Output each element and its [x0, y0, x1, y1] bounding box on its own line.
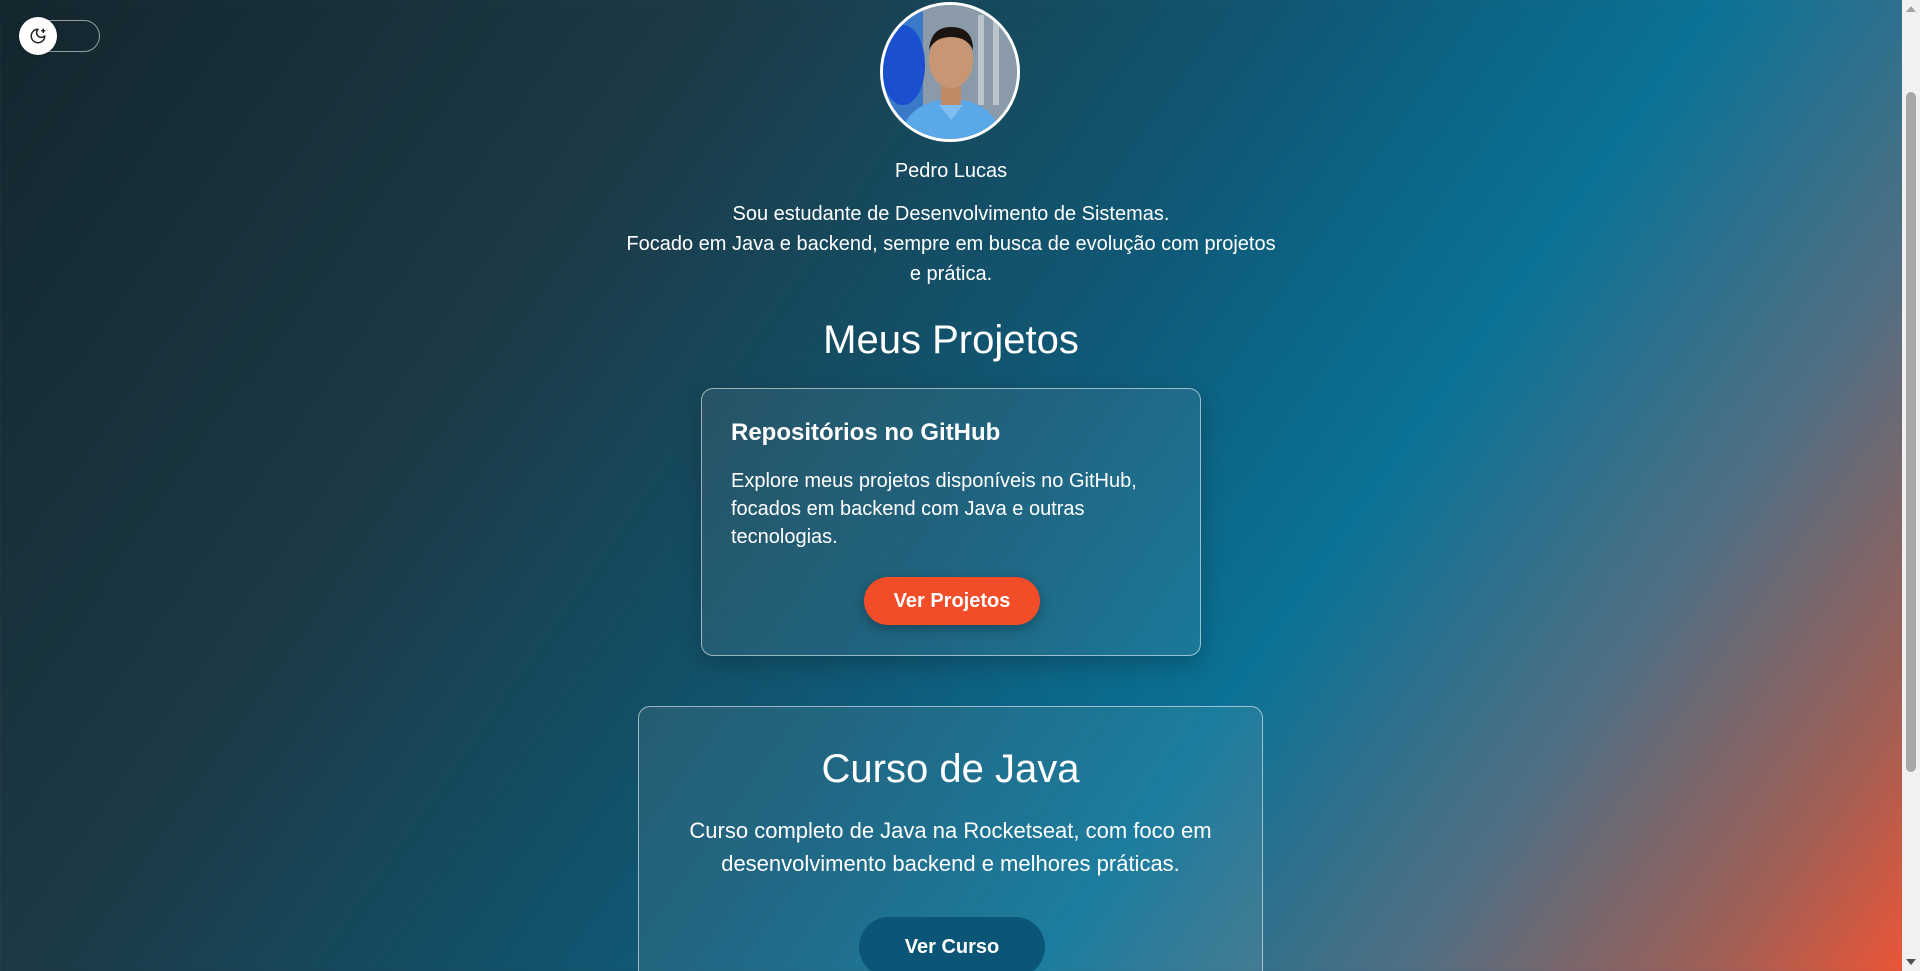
profile-name: Pedro Lucas	[894, 160, 1008, 182]
profile-photo	[883, 5, 1017, 139]
bio-line-2: Focado em Java e backend, sempre em busc…	[626, 233, 1276, 285]
github-card-title: Repositórios no GitHub	[731, 419, 1001, 446]
toggle-knob[interactable]	[19, 17, 57, 55]
page: Pedro Lucas Sou estudante de Desenvolvim…	[0, 0, 1902, 971]
java-course-card: Curso de Java Curso completo de Java na …	[638, 706, 1263, 971]
bio-line-1: Sou estudante de Desenvolvimento de Sist…	[732, 203, 1170, 225]
scroll-down-arrow-icon[interactable]	[1906, 959, 1916, 965]
moon-star-icon	[30, 28, 46, 44]
github-card: Repositórios no GitHub Explore meus proj…	[701, 388, 1201, 656]
profile-bio: Sou estudante de Desenvolvimento de Sist…	[620, 199, 1282, 289]
projects-title: Meus Projetos	[823, 318, 1079, 362]
view-projects-button[interactable]: Ver Projetos	[864, 577, 1040, 625]
scroll-up-arrow-icon[interactable]	[1906, 6, 1916, 12]
theme-toggle[interactable]	[19, 17, 100, 55]
java-course-title: Curso de Java	[821, 747, 1080, 791]
view-course-button[interactable]: Ver Curso	[859, 917, 1045, 971]
scrollbar[interactable]	[1902, 0, 1920, 971]
scroll-thumb[interactable]	[1906, 92, 1916, 772]
github-card-description: Explore meus projetos disponíveis no Git…	[731, 470, 1137, 548]
java-course-description: Curso completo de Java na Rocketseat, co…	[689, 818, 1212, 876]
avatar	[880, 2, 1020, 142]
